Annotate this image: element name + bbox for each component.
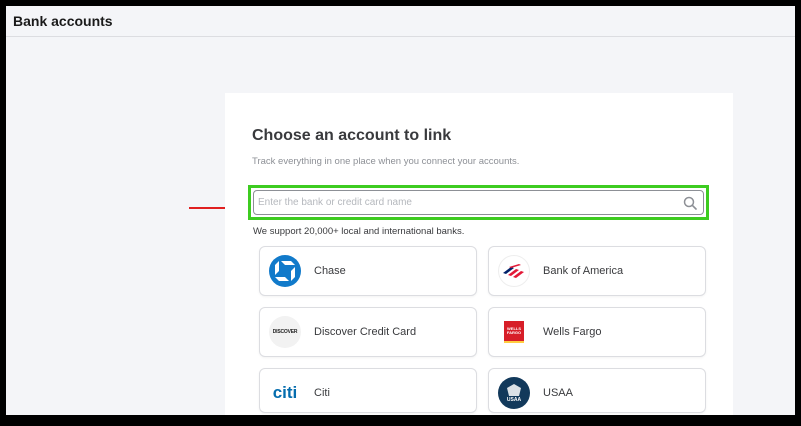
bank-name: Chase bbox=[314, 265, 346, 277]
chase-logo-icon bbox=[269, 255, 301, 287]
screenshot-frame: Bank accounts Choose an account to link … bbox=[0, 0, 801, 426]
page-header: Bank accounts bbox=[6, 6, 795, 37]
bank-name: Discover Credit Card bbox=[314, 326, 417, 338]
bank-search-input[interactable] bbox=[258, 191, 675, 214]
bank-card-citi[interactable]: citi Citi bbox=[259, 368, 477, 413]
support-note: We support 20,000+ local and internation… bbox=[253, 226, 465, 237]
bank-card-chase[interactable]: Chase bbox=[259, 246, 477, 296]
usaa-logo-icon: USAA bbox=[498, 377, 530, 409]
bank-name: USAA bbox=[543, 387, 573, 399]
bank-card-wells-fargo[interactable]: WELLS FARGO Wells Fargo bbox=[488, 307, 706, 357]
search-icon[interactable] bbox=[683, 196, 697, 210]
page-title: Bank accounts bbox=[13, 13, 113, 29]
bank-card-discover[interactable]: DISCOVER Discover Credit Card bbox=[259, 307, 477, 357]
search-highlight-box bbox=[248, 185, 709, 220]
bank-name: Citi bbox=[314, 387, 330, 399]
citi-logo-icon: citi bbox=[269, 377, 301, 409]
wells-fargo-logo-icon: WELLS FARGO bbox=[498, 316, 530, 348]
bank-of-america-logo-icon bbox=[498, 255, 530, 287]
link-account-panel: Choose an account to link Track everythi… bbox=[225, 93, 733, 415]
bank-name: Bank of America bbox=[543, 265, 624, 277]
bank-card-bank-of-america[interactable]: Bank of America bbox=[488, 246, 706, 296]
discover-logo-icon: DISCOVER bbox=[269, 316, 301, 348]
panel-title: Choose an account to link bbox=[252, 127, 452, 144]
panel-subtitle: Track everything in one place when you c… bbox=[252, 156, 520, 167]
bank-search-field[interactable] bbox=[253, 190, 704, 215]
bank-card-usaa[interactable]: USAA USAA bbox=[488, 368, 706, 413]
bank-name: Wells Fargo bbox=[543, 326, 602, 338]
